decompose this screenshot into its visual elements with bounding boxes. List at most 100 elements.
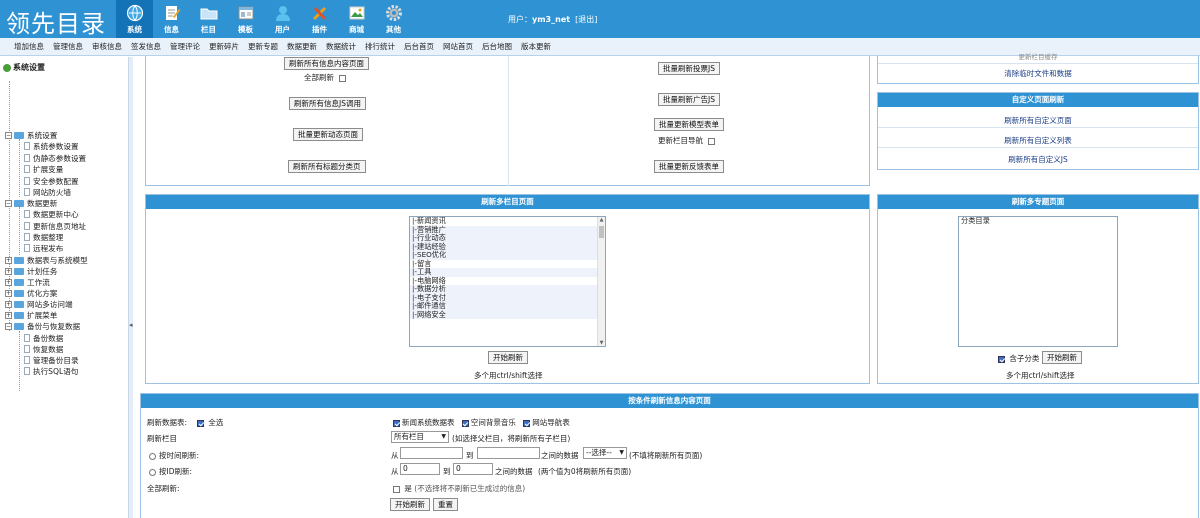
menu-item[interactable]: 后台首页 bbox=[404, 41, 434, 52]
batch-refresh-vote-js-button[interactable]: 批量刷新投票JS bbox=[658, 62, 720, 75]
table-checkbox[interactable] bbox=[393, 419, 400, 427]
nav-column[interactable]: 栏目 bbox=[190, 0, 227, 38]
include-sub-checkbox[interactable] bbox=[998, 355, 1005, 363]
select-all-option[interactable]: 全选 bbox=[195, 417, 223, 428]
refresh-custom-js-link[interactable]: 刷新所有自定义JS bbox=[878, 154, 1198, 165]
column-option[interactable]: |-SEO优化 bbox=[410, 250, 605, 260]
clear-temp-link[interactable]: 清除临时文件和数据 bbox=[878, 68, 1198, 79]
menu-item[interactable]: 增加信息 bbox=[14, 41, 44, 52]
tree-item[interactable]: 恢复数据 bbox=[24, 344, 63, 354]
menu-item[interactable]: 更新碎片 bbox=[209, 41, 239, 52]
reset-button[interactable]: 重置 bbox=[433, 498, 458, 511]
topic-multi-select[interactable]: 分类目录 bbox=[958, 216, 1118, 347]
menu-item[interactable]: 审核信息 bbox=[92, 41, 122, 52]
column-select[interactable]: 所有栏目 ▼ bbox=[391, 431, 449, 443]
tree-item[interactable]: 数据整理 bbox=[24, 232, 63, 242]
by-id-option[interactable]: 按ID刷新: bbox=[149, 466, 192, 477]
collapse-arrow-icon[interactable]: ◂ bbox=[129, 321, 133, 329]
batch-update-feedback-form-button[interactable]: 批量更新反馈表单 bbox=[654, 160, 724, 173]
time-to-input[interactable] bbox=[477, 447, 540, 459]
batch-update-dynamic-button[interactable]: 批量更新动态页面 bbox=[293, 128, 363, 141]
batch-refresh-ad-js-button[interactable]: 批量刷新广告JS bbox=[658, 93, 720, 106]
refresh-all-js-button[interactable]: 刷新所有信息JS调用 bbox=[289, 97, 366, 110]
menu-item[interactable]: 数据统计 bbox=[326, 41, 356, 52]
table-checkbox[interactable] bbox=[461, 419, 469, 427]
tree-item[interactable]: 安全参数配置 bbox=[24, 176, 79, 186]
menu-item[interactable]: 数据更新 bbox=[287, 41, 317, 52]
update-cache-link-partial[interactable]: 更新栏目缓存 bbox=[878, 51, 1198, 61]
logout-link[interactable]: [退出] bbox=[575, 15, 597, 24]
tree-label: 更新信息页地址 bbox=[33, 221, 87, 231]
scroll-thumb[interactable] bbox=[599, 226, 604, 238]
tree-item[interactable]: 更新信息页地址 bbox=[24, 221, 86, 231]
menu-item[interactable]: 签发信息 bbox=[131, 41, 161, 52]
by-time-option[interactable]: 按时间刷新: bbox=[149, 450, 199, 461]
nav-template[interactable]: 模板 bbox=[227, 0, 264, 38]
menu-item[interactable]: 版本更新 bbox=[521, 41, 551, 52]
tree-folder[interactable]: + 网站多访问端 bbox=[5, 299, 73, 309]
nav-system[interactable]: 系统 bbox=[116, 0, 153, 38]
refresh-all-content-button[interactable]: 刷新所有信息内容页面 bbox=[284, 57, 369, 70]
menu-item[interactable]: 后台地图 bbox=[482, 41, 512, 52]
select-all-checkbox[interactable] bbox=[197, 419, 204, 427]
menu-item[interactable]: 管理评论 bbox=[170, 41, 200, 52]
tree-item[interactable]: 伪静态参数设置 bbox=[24, 153, 86, 163]
scroll-up-icon[interactable]: ▲ bbox=[598, 217, 605, 223]
all-refresh-option[interactable]: 全部刷新 bbox=[304, 72, 348, 83]
column-option[interactable]: |-网络安全 bbox=[410, 310, 605, 319]
tree-item[interactable]: 扩展变量 bbox=[24, 164, 63, 174]
list-scrollbar[interactable]: ▲ ▼ bbox=[597, 217, 605, 346]
by-id-radio[interactable] bbox=[149, 468, 156, 476]
start-refresh-columns-button[interactable]: 开始刷新 bbox=[488, 351, 528, 364]
by-time-radio[interactable] bbox=[149, 452, 156, 460]
tree-item[interactable]: 网站防火墙 bbox=[24, 187, 71, 197]
all-refresh-checkbox[interactable] bbox=[339, 74, 346, 82]
time-range-select[interactable]: --选择-- ▼ bbox=[583, 447, 627, 459]
column-multi-select[interactable]: |-新闻资讯 |-营销推广 |-行业动态 |-建站经验 |-SEO优化 |-留言… bbox=[409, 216, 606, 347]
tree-folder[interactable]: + 数据表与系统模型 bbox=[5, 255, 88, 265]
topic-option[interactable]: 分类目录 bbox=[959, 217, 1117, 226]
yes-option[interactable]: 是 (不选择将不刷新已生成过的信息) bbox=[391, 483, 525, 494]
tree-folder[interactable]: + 优化方案 bbox=[5, 288, 57, 298]
batch-update-model-form-button[interactable]: 批量更新模型表单 bbox=[654, 118, 724, 131]
update-nav-option[interactable]: 更新栏目导航 bbox=[658, 135, 717, 146]
scroll-down-icon[interactable]: ▼ bbox=[598, 340, 605, 346]
start-refresh-topics-button[interactable]: 开始刷新 bbox=[1042, 351, 1082, 364]
tree-item[interactable]: 管理备份目录 bbox=[24, 355, 79, 365]
tree-item[interactable]: 备份数据 bbox=[24, 333, 63, 343]
dropdown-arrow-icon: ▼ bbox=[619, 449, 624, 456]
sidebar-splitter[interactable]: ◂ bbox=[128, 57, 133, 518]
menu-item[interactable]: 更新专题 bbox=[248, 41, 278, 52]
menu-item[interactable]: 管理信息 bbox=[53, 41, 83, 52]
tree-folder[interactable]: + 工作流 bbox=[5, 277, 50, 287]
tree-item[interactable]: 远程发布 bbox=[24, 243, 63, 253]
tree-folder[interactable]: + 扩展菜单 bbox=[5, 310, 57, 320]
nav-info[interactable]: 信息 bbox=[153, 0, 190, 38]
nav-user[interactable]: 用户 bbox=[264, 0, 301, 38]
include-sub-option[interactable]: 含子分类 bbox=[996, 353, 1039, 364]
tree-item[interactable]: 数据更新中心 bbox=[24, 209, 79, 219]
nav-plugin[interactable]: 插件 bbox=[301, 0, 338, 38]
tree-item[interactable]: 系统参数设置 bbox=[24, 141, 79, 151]
id-to-input[interactable]: 0 bbox=[453, 463, 493, 475]
update-nav-checkbox[interactable] bbox=[708, 137, 715, 145]
tree-folder-backup[interactable]: − 备份与恢复数据 bbox=[5, 321, 80, 331]
refresh-title-category-button[interactable]: 刷新所有标题分类页 bbox=[288, 160, 366, 173]
id-from-input[interactable]: 0 bbox=[400, 463, 440, 475]
time-from-input[interactable] bbox=[400, 447, 463, 459]
refresh-custom-lists-link[interactable]: 刷新所有自定义列表 bbox=[878, 135, 1198, 146]
tree-label: 网站多访问端 bbox=[27, 299, 73, 309]
table-checkbox[interactable] bbox=[523, 419, 531, 427]
yes-checkbox[interactable] bbox=[393, 485, 400, 493]
tree-folder-data-update[interactable]: − 数据更新 bbox=[5, 198, 57, 208]
nav-shop[interactable]: 商城 bbox=[338, 0, 375, 38]
menu-item[interactable]: 排行统计 bbox=[365, 41, 395, 52]
menu-item[interactable]: 网站首页 bbox=[443, 41, 473, 52]
tree-item[interactable]: 执行SQL语句 bbox=[24, 366, 78, 376]
nav-other[interactable]: 其他 bbox=[375, 0, 412, 38]
refresh-custom-pages-link[interactable]: 刷新所有自定义页面 bbox=[878, 115, 1198, 126]
tree-folder[interactable]: + 计划任务 bbox=[5, 266, 57, 276]
start-refresh-button[interactable]: 开始刷新 bbox=[390, 498, 430, 511]
tree-folder-system[interactable]: − 系统设置 bbox=[5, 130, 57, 140]
column-option[interactable]: |-留言 bbox=[410, 259, 605, 269]
